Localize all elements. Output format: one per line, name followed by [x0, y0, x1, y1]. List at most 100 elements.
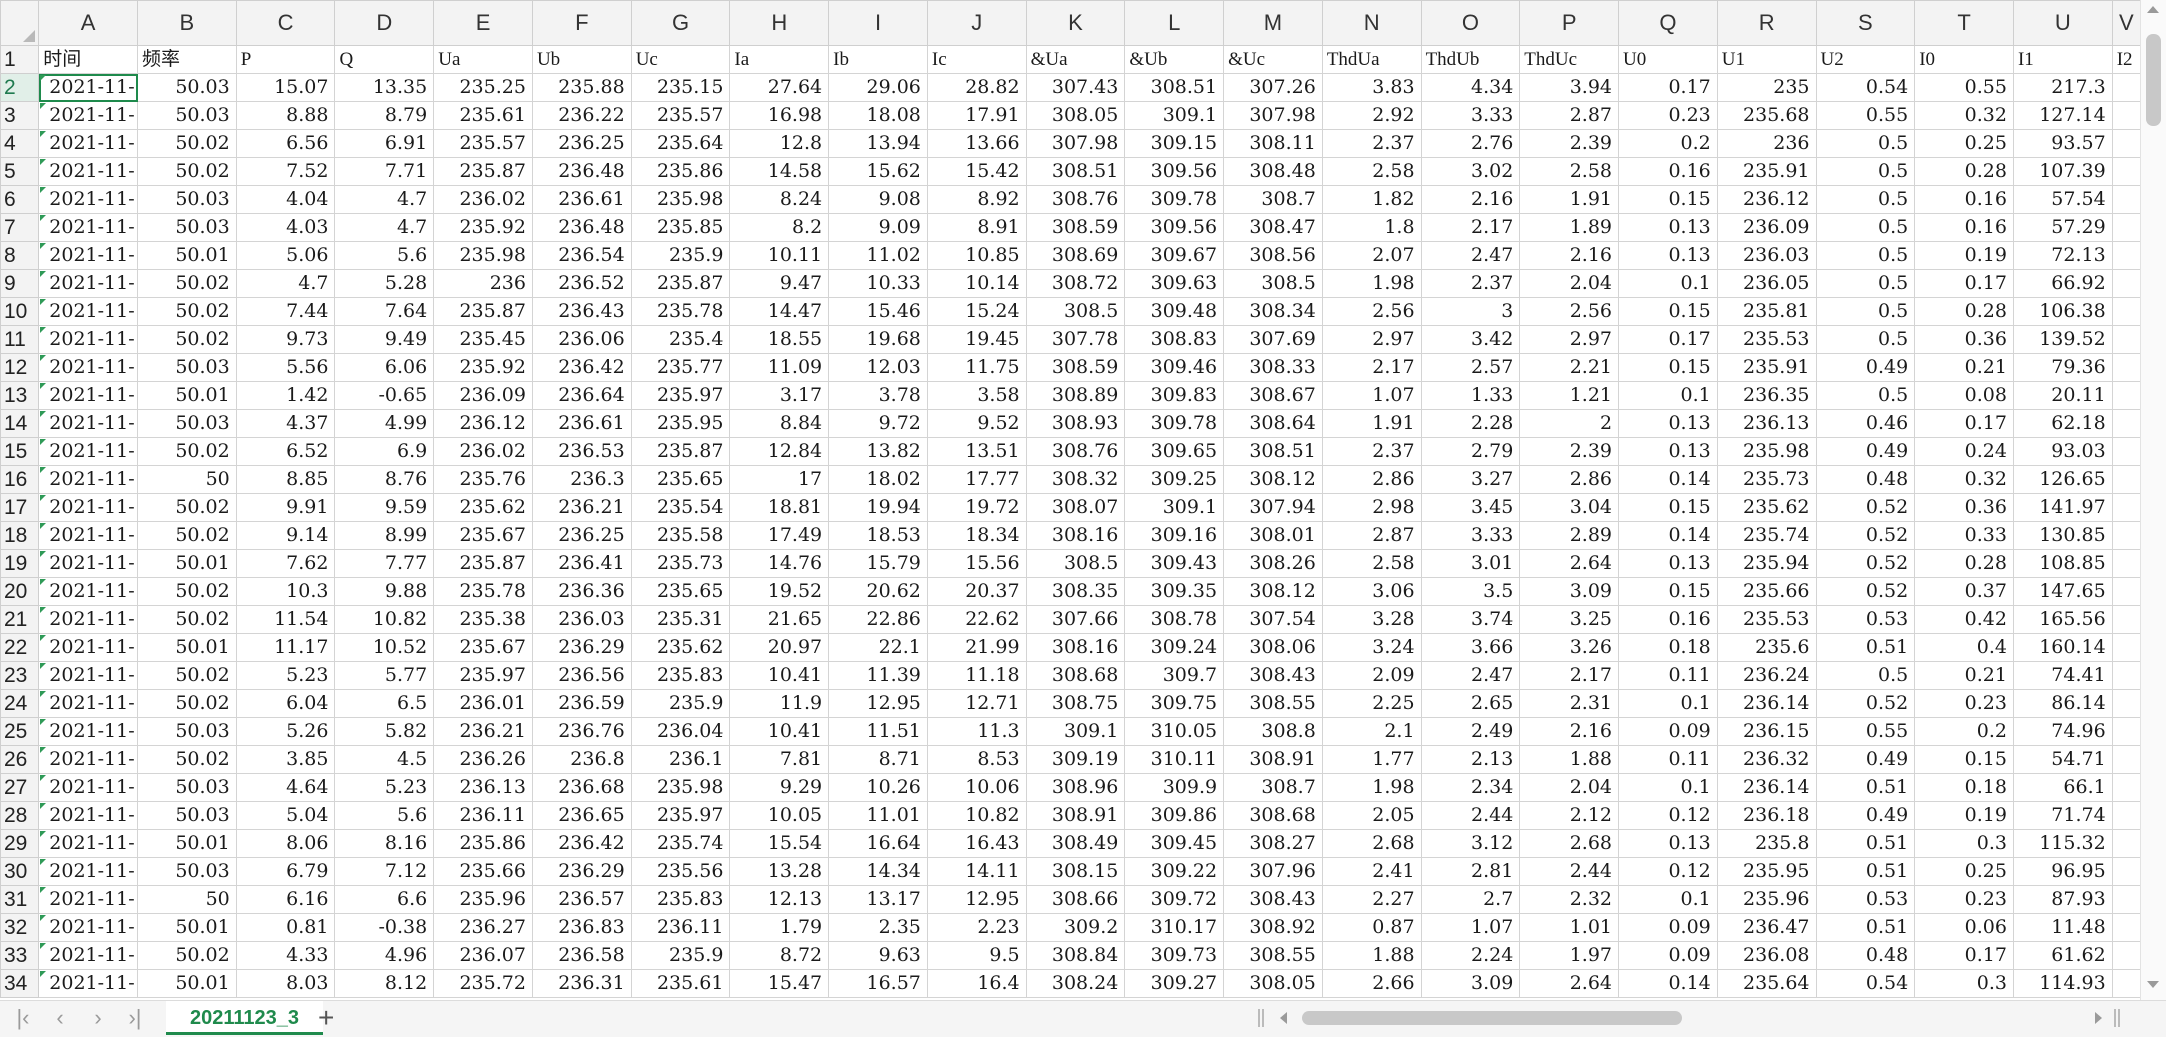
data-cell[interactable]: 2.41	[1321, 857, 1422, 886]
data-cell[interactable]: 9.29	[729, 773, 830, 802]
data-cell[interactable]: 0.36	[1914, 325, 2014, 354]
data-cell[interactable]: 7.62	[235, 549, 336, 578]
data-cell[interactable]: 4.7	[334, 185, 435, 214]
data-cell[interactable]: 235.87	[630, 437, 731, 466]
data-cell[interactable]: 0.09	[1618, 717, 1718, 746]
data-cell[interactable]: 309.43	[1124, 549, 1225, 578]
data-cell[interactable]: 309.1	[1124, 101, 1225, 130]
data-cell[interactable]: 10.41	[729, 661, 830, 690]
data-cell[interactable]: 12.95	[926, 885, 1027, 914]
data-cell[interactable]: 310.11	[1124, 745, 1225, 774]
data-cell[interactable]: 2.28	[1420, 409, 1521, 438]
data-cell[interactable]: 0.51	[1815, 773, 1916, 802]
field-name-cell[interactable]: &Uc	[1223, 45, 1323, 74]
row-header[interactable]: 32	[0, 913, 40, 942]
data-cell[interactable]: 236.32	[1716, 745, 1817, 774]
data-cell[interactable]: 15.24	[926, 297, 1027, 326]
data-cell[interactable]: 2021-11-	[38, 913, 139, 942]
field-name-cell[interactable]: P	[235, 45, 336, 74]
data-cell[interactable]: 2.09	[1321, 661, 1422, 690]
row-header[interactable]: 2	[0, 73, 40, 102]
data-cell[interactable]: 0.49	[1815, 353, 1916, 382]
data-cell[interactable]: 236.48	[531, 157, 632, 186]
data-cell[interactable]: 309.1	[1025, 717, 1126, 746]
data-cell[interactable]	[2111, 913, 2141, 942]
data-cell[interactable]: 235.94	[1716, 549, 1817, 578]
data-cell[interactable]: 2.1	[1321, 717, 1422, 746]
data-cell[interactable]: 236.03	[531, 605, 632, 634]
data-cell[interactable]: 50.02	[137, 297, 237, 326]
data-cell[interactable]	[2111, 633, 2141, 662]
data-cell[interactable]: 3.66	[1420, 633, 1521, 662]
data-cell[interactable]: 235.74	[1716, 521, 1817, 550]
data-cell[interactable]: 308.5	[1025, 297, 1126, 326]
column-header-e[interactable]: E	[433, 0, 533, 46]
data-cell[interactable]: 2.37	[1420, 269, 1521, 298]
data-cell[interactable]: 10.11	[729, 241, 830, 270]
data-cell[interactable]: 11.02	[828, 241, 928, 270]
data-cell[interactable]: 0.23	[1618, 101, 1718, 130]
data-cell[interactable]: 4.37	[235, 409, 336, 438]
data-cell[interactable]: 62.18	[2012, 409, 2113, 438]
data-cell[interactable]: 10.52	[334, 633, 435, 662]
data-cell[interactable]: 19.45	[926, 325, 1027, 354]
data-cell[interactable]: 2.87	[1519, 101, 1620, 130]
data-cell[interactable]: 66.92	[2012, 269, 2113, 298]
data-cell[interactable]: 10.05	[729, 801, 830, 830]
data-cell[interactable]: 2021-11-	[38, 185, 139, 214]
data-cell[interactable]: 236.24	[1716, 661, 1817, 690]
data-cell[interactable]: 0.2	[1618, 129, 1718, 158]
data-cell[interactable]: 2.87	[1321, 521, 1422, 550]
data-cell[interactable]: 0.18	[1914, 773, 2014, 802]
field-name-cell[interactable]: Q	[334, 45, 435, 74]
data-cell[interactable]: 308.89	[1025, 381, 1126, 410]
data-cell[interactable]: 2.56	[1321, 297, 1422, 326]
data-cell[interactable]: 308.51	[1223, 437, 1323, 466]
data-cell[interactable]: 2.37	[1321, 129, 1422, 158]
column-header-p[interactable]: P	[1519, 0, 1620, 46]
field-name-cell[interactable]: ThdUb	[1420, 45, 1521, 74]
data-cell[interactable]: 236.09	[1716, 213, 1817, 242]
data-cell[interactable]: 235.64	[1716, 969, 1817, 998]
data-cell[interactable]: 9.73	[235, 325, 336, 354]
data-cell[interactable]: 235.66	[433, 857, 533, 886]
data-cell[interactable]: 87.93	[2012, 885, 2113, 914]
data-cell[interactable]: 8.79	[334, 101, 435, 130]
column-header-f[interactable]: F	[531, 0, 632, 46]
data-cell[interactable]: 10.33	[828, 269, 928, 298]
data-cell[interactable]: 235.95	[630, 409, 731, 438]
data-cell[interactable]: 0.06	[1914, 913, 2014, 942]
data-cell[interactable]: 9.88	[334, 577, 435, 606]
field-name-cell[interactable]: 时间	[38, 45, 139, 74]
data-cell[interactable]: 5.26	[235, 717, 336, 746]
data-cell[interactable]	[2111, 857, 2141, 886]
field-name-cell[interactable]: I2	[2111, 45, 2141, 74]
tab-split-handle[interactable]	[1258, 1009, 1264, 1027]
data-cell[interactable]: 0.55	[1914, 73, 2014, 102]
data-cell[interactable]: 217.3	[2012, 73, 2113, 102]
data-cell[interactable]: 20.37	[926, 577, 1027, 606]
data-cell[interactable]	[2111, 661, 2141, 690]
field-name-cell[interactable]: I1	[2012, 45, 2113, 74]
data-cell[interactable]: 0.55	[1815, 101, 1916, 130]
data-cell[interactable]: 5.82	[334, 717, 435, 746]
select-all-corner[interactable]	[0, 0, 40, 46]
spreadsheet-grid[interactable]: ABCDEFGHIJKLMNOPQRSTUV 1 时间 频率 P Q Ua Ub Uc Ia Ib…	[0, 0, 2141, 1000]
data-cell[interactable]: 2.24	[1420, 941, 1521, 970]
data-cell[interactable]: 235.92	[433, 213, 533, 242]
data-cell[interactable]: 236	[433, 269, 533, 298]
data-cell[interactable]: 236.36	[531, 577, 632, 606]
data-cell[interactable]: 2.7	[1420, 885, 1521, 914]
data-cell[interactable]: 308.15	[1025, 857, 1126, 886]
data-cell[interactable]: 11.51	[828, 717, 928, 746]
data-cell[interactable]: 11.75	[926, 353, 1027, 382]
data-cell[interactable]	[2111, 521, 2141, 550]
data-cell[interactable]	[2111, 605, 2141, 634]
data-cell[interactable]: 2.21	[1519, 353, 1620, 382]
data-cell[interactable]: 4.96	[334, 941, 435, 970]
data-cell[interactable]: 236	[1716, 129, 1817, 158]
data-cell[interactable]: 3.01	[1420, 549, 1521, 578]
data-cell[interactable]: 50.03	[137, 717, 237, 746]
data-cell[interactable]: 2.58	[1519, 157, 1620, 186]
data-cell[interactable]: 1.33	[1420, 381, 1521, 410]
